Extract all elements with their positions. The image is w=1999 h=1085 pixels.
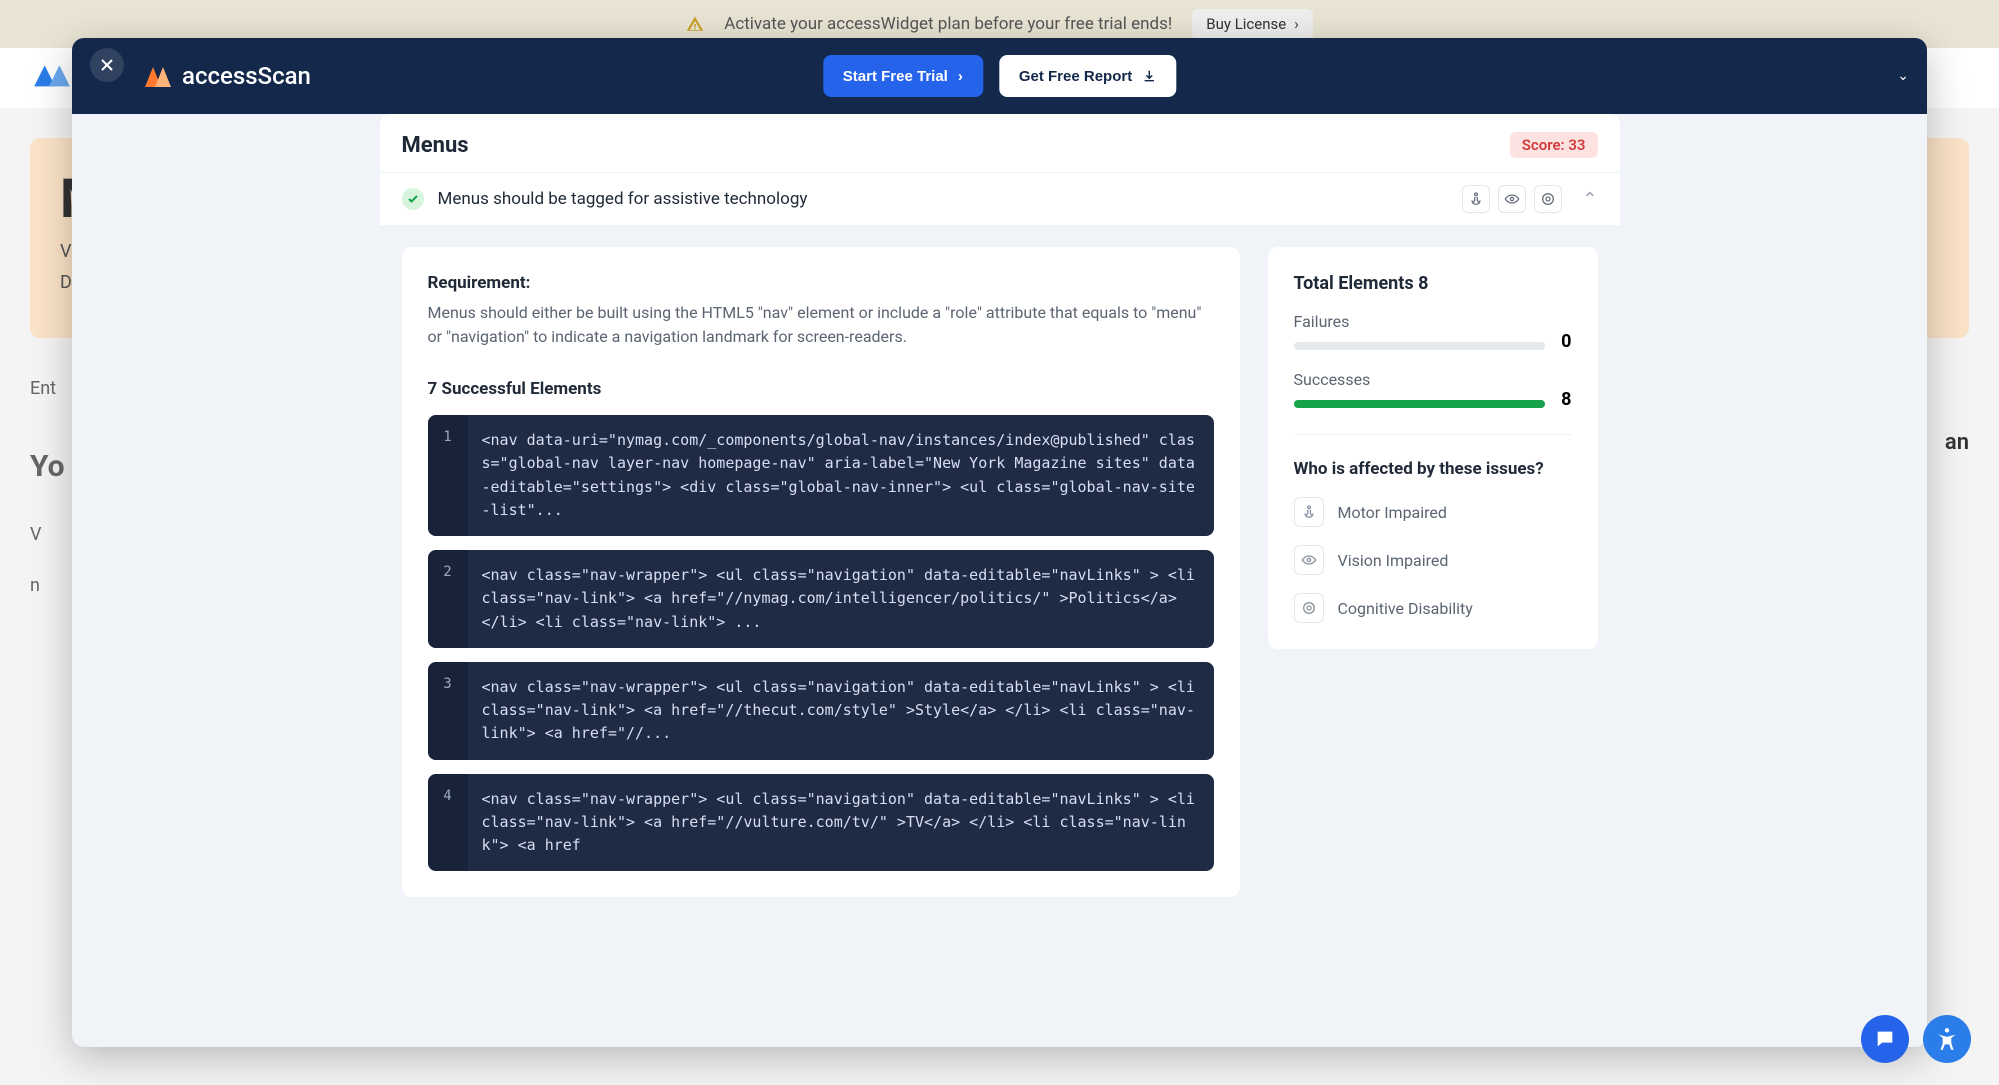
brand-text: accessScan bbox=[182, 62, 311, 90]
score-badge: Score: 33 bbox=[1510, 132, 1598, 158]
who-item-vision: Vision Impaired bbox=[1294, 545, 1572, 575]
code-snippet[interactable]: 3 <nav class="nav-wrapper"> <ul class="n… bbox=[428, 662, 1214, 760]
who-label: Motor Impaired bbox=[1338, 503, 1447, 522]
who-item-cognitive: Cognitive Disability bbox=[1294, 593, 1572, 623]
section-card: Menus Score: 33 Menus should be tagged f… bbox=[380, 114, 1620, 919]
chevron-right-icon: › bbox=[958, 68, 963, 85]
motor-icon bbox=[1462, 185, 1490, 213]
code-body: <nav class="nav-wrapper"> <ul class="nav… bbox=[468, 550, 1214, 648]
code-line-number: 3 bbox=[428, 662, 468, 760]
report-modal: accessScan Start Free Trial › Get Free R… bbox=[72, 38, 1927, 1047]
requirement-text: Menus should either be built using the H… bbox=[428, 301, 1214, 349]
code-body: <nav data-uri="nymag.com/_components/glo… bbox=[468, 415, 1214, 536]
cognitive-icon bbox=[1534, 185, 1562, 213]
rule-detail: Requirement: Menus should either be buil… bbox=[380, 225, 1620, 919]
chevron-right-icon: › bbox=[1294, 15, 1299, 33]
accessibility-fab[interactable] bbox=[1923, 1015, 1971, 1063]
close-button[interactable] bbox=[90, 48, 124, 82]
detail-right-panel: Total Elements 8 Failures 0 Successes 8 bbox=[1268, 247, 1598, 649]
start-trial-button[interactable]: Start Free Trial › bbox=[823, 55, 983, 97]
modal-body: Menus Score: 33 Menus should be tagged f… bbox=[72, 114, 1927, 1047]
motor-icon bbox=[1294, 497, 1324, 527]
modal-header: accessScan Start Free Trial › Get Free R… bbox=[72, 38, 1927, 114]
requirement-label: Requirement: bbox=[428, 273, 1214, 293]
code-line-number: 4 bbox=[428, 774, 468, 872]
code-body: <nav class="nav-wrapper"> <ul class="nav… bbox=[468, 774, 1214, 872]
divider bbox=[1294, 434, 1572, 435]
who-item-motor: Motor Impaired bbox=[1294, 497, 1572, 527]
close-icon bbox=[100, 58, 114, 72]
brand: accessScan bbox=[142, 61, 311, 91]
code-snippet[interactable]: 4 <nav class="nav-wrapper"> <ul class="n… bbox=[428, 774, 1214, 872]
get-report-label: Get Free Report bbox=[1019, 68, 1132, 85]
cognitive-icon bbox=[1294, 593, 1324, 623]
download-icon bbox=[1142, 69, 1156, 83]
code-list: 1 <nav data-uri="nymag.com/_components/g… bbox=[428, 415, 1214, 871]
who-title: Who is affected by these issues? bbox=[1294, 459, 1572, 479]
warning-icon bbox=[686, 15, 704, 33]
code-snippet[interactable]: 1 <nav data-uri="nymag.com/_components/g… bbox=[428, 415, 1214, 536]
get-report-button[interactable]: Get Free Report bbox=[999, 55, 1176, 97]
failures-label: Failures bbox=[1294, 312, 1572, 331]
banner-text: Activate your accessWidget plan before y… bbox=[724, 14, 1172, 34]
chevron-up-icon: ⌃ bbox=[1582, 189, 1597, 210]
successes-label: Successes bbox=[1294, 370, 1572, 389]
who-label: Vision Impaired bbox=[1338, 551, 1449, 570]
code-body: <nav class="nav-wrapper"> <ul class="nav… bbox=[468, 662, 1214, 760]
who-label: Cognitive Disability bbox=[1338, 599, 1473, 618]
start-trial-label: Start Free Trial bbox=[843, 68, 948, 85]
successes-bar bbox=[1294, 400, 1546, 408]
check-icon bbox=[402, 188, 424, 210]
code-line-number: 2 bbox=[428, 550, 468, 648]
code-line-number: 1 bbox=[428, 415, 468, 536]
total-elements: Total Elements 8 bbox=[1294, 273, 1572, 294]
code-snippet[interactable]: 2 <nav class="nav-wrapper"> <ul class="n… bbox=[428, 550, 1214, 648]
bg-logo-icon bbox=[30, 57, 72, 99]
failures-value: 0 bbox=[1561, 331, 1571, 352]
successful-elements-heading: 7 Successful Elements bbox=[428, 379, 1214, 399]
rule-label: Menus should be tagged for assistive tec… bbox=[438, 189, 1449, 209]
successes-value: 8 bbox=[1561, 389, 1571, 410]
successes-bar-fill bbox=[1294, 400, 1546, 408]
header-menu-caret[interactable]: ⌄ bbox=[1897, 68, 1909, 84]
section-header: Menus Score: 33 bbox=[380, 114, 1620, 172]
accessibility-icon bbox=[1934, 1026, 1960, 1052]
vision-icon bbox=[1294, 545, 1324, 575]
buy-license-label: Buy License bbox=[1206, 15, 1286, 33]
section-title: Menus bbox=[402, 133, 469, 158]
rule-icon-group bbox=[1462, 185, 1562, 213]
chat-fab[interactable] bbox=[1861, 1015, 1909, 1063]
detail-left-panel: Requirement: Menus should either be buil… bbox=[402, 247, 1240, 897]
failures-bar bbox=[1294, 342, 1546, 350]
vision-icon bbox=[1498, 185, 1526, 213]
chat-icon bbox=[1874, 1028, 1896, 1050]
rule-row[interactable]: Menus should be tagged for assistive tec… bbox=[380, 172, 1620, 225]
buy-license-button[interactable]: Buy License › bbox=[1192, 9, 1312, 39]
header-actions: Start Free Trial › Get Free Report bbox=[823, 55, 1176, 97]
brand-logo-icon bbox=[142, 61, 172, 91]
bg-an: an bbox=[1945, 430, 1969, 455]
